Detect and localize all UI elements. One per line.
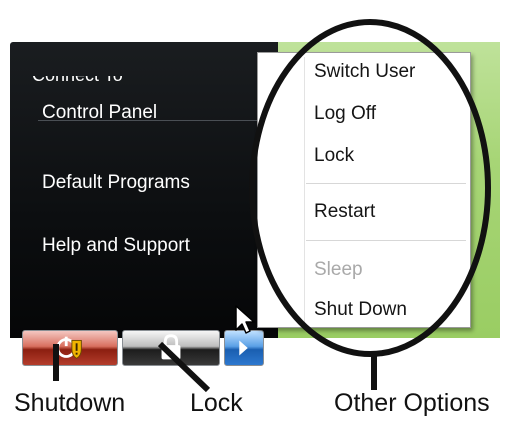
menu-item-lock[interactable]: Lock <box>314 145 354 167</box>
menu-gutter <box>304 57 305 323</box>
start-menu-item-control-panel[interactable]: Control Panel <box>42 102 157 124</box>
start-menu-item-default-programs[interactable]: Default Programs <box>42 172 190 194</box>
menu-item-restart[interactable]: Restart <box>314 201 375 223</box>
power-options-arrow-button[interactable] <box>224 330 264 366</box>
start-menu: Connect To Control Panel Default Program… <box>10 42 278 366</box>
lock-button[interactable] <box>122 330 220 366</box>
caption-other-options: Other Options <box>334 389 490 417</box>
start-menu-item-help-and-support[interactable]: Help and Support <box>42 235 190 257</box>
power-options-menu: Switch User Log Off Lock Restart Sleep S… <box>257 52 471 328</box>
menu-separator <box>306 240 466 241</box>
menu-item-log-off[interactable]: Log Off <box>314 103 376 125</box>
padlock-icon <box>161 334 181 360</box>
menu-separator <box>306 183 466 184</box>
power-button-bar <box>22 330 266 368</box>
caption-lock: Lock <box>190 389 243 417</box>
arrow-right-icon <box>239 340 248 356</box>
menu-item-sleep: Sleep <box>314 259 363 280</box>
menu-item-shut-down[interactable]: Shut Down <box>314 299 407 321</box>
start-menu-item-connect-to[interactable]: Connect To <box>32 76 252 88</box>
menu-item-switch-user[interactable]: Switch User <box>314 61 415 83</box>
shutdown-button[interactable] <box>22 330 118 366</box>
caption-shutdown: Shutdown <box>14 389 126 417</box>
shield-power-icon <box>56 336 82 359</box>
